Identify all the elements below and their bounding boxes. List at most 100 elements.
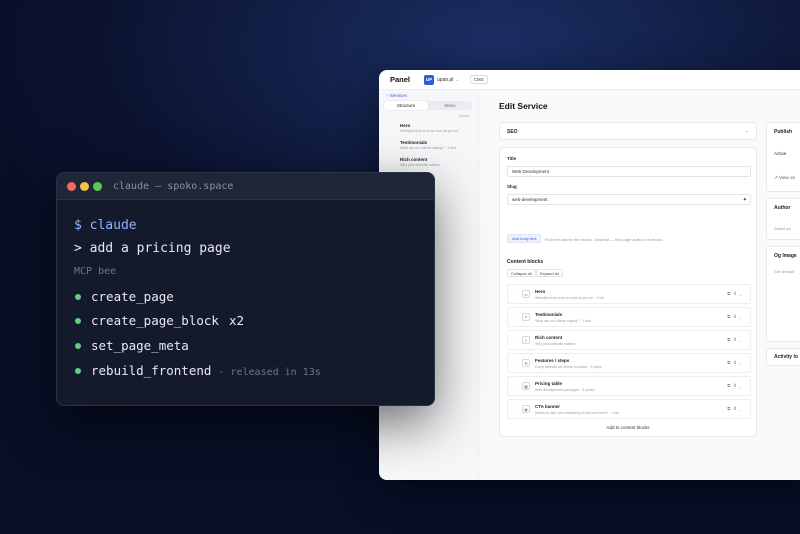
block-subtitle: Why your website matters xyxy=(535,342,576,346)
sidebar-item[interactable]: Testimonials What are our clients saying… xyxy=(400,140,470,150)
main-content: Edit Service SEO ⌄ Title Web Development… xyxy=(479,90,800,480)
chevron-down-icon: ⌄ xyxy=(744,128,749,134)
cms-pill[interactable]: CMS xyxy=(469,75,488,84)
service-form-card: Title Web Development Slug web-developme… xyxy=(499,147,757,437)
block-actions[interactable]: ⧉▯⌄ xyxy=(727,291,745,296)
slug-value: web-development xyxy=(512,197,548,202)
admin-panel-window: Panel UP upan.pl ⌄ CMS ‹ Services Struct… xyxy=(379,70,800,480)
collapse-all-button[interactable]: Collapse all xyxy=(507,269,536,277)
tab-structure[interactable]: Structure xyxy=(384,101,428,110)
expand-all-button[interactable]: Expand all xyxy=(536,269,563,277)
slug-input[interactable]: web-development ✦ xyxy=(507,194,751,205)
author-title: Author xyxy=(774,205,791,211)
content-block-row[interactable]: ⋮ ☰ Features / steps Every website we de… xyxy=(507,353,751,373)
tool-name: create_page xyxy=(91,289,174,304)
block-actions[interactable]: ⧉▯⌄ xyxy=(727,383,745,388)
tool-call-line: create_page_block x2 xyxy=(75,313,244,328)
tool-name: set_page_meta xyxy=(91,338,189,353)
quote-icon: ❝ xyxy=(522,313,530,321)
table-icon: ▦ xyxy=(522,382,530,390)
tool-call-line: create_page xyxy=(75,289,174,304)
content-blocks-title: Content blocks xyxy=(507,259,544,265)
seo-section[interactable]: SEO ⌄ xyxy=(499,122,757,140)
content-block-row[interactable]: ⋮ ▦ Pricing table Web development packag… xyxy=(507,376,751,396)
list-icon: ☰ xyxy=(522,359,530,367)
activity-log-title: Activity lo xyxy=(774,354,798,360)
block-subtitle: Every website we deliver includes · 6 st… xyxy=(535,365,602,369)
status-value[interactable]: Active xyxy=(774,151,786,156)
publish-card: Publish Active ↗ View on xyxy=(766,122,800,192)
content-block-row[interactable]: ⋮ ≡ Rich content Why your website matter… xyxy=(507,330,751,350)
block-actions[interactable]: ⧉▯⌄ xyxy=(727,360,745,365)
drag-handle-icon[interactable]: ⋮ xyxy=(512,337,517,343)
status-dot-icon xyxy=(75,367,81,374)
sidebar-item[interactable]: Hero Websites that work as hard as you d… xyxy=(400,123,470,133)
back-to-services-link[interactable]: ‹ Services xyxy=(387,93,407,98)
sparkle-icon[interactable]: ✦ xyxy=(743,197,747,203)
block-title: CTA banner xyxy=(535,404,561,409)
sidebar-item-subtitle: Why your website matters xyxy=(400,163,441,167)
body-text-hint: Rich text above the blocks. Optional — t… xyxy=(545,237,664,242)
title-input[interactable]: Web Development xyxy=(507,166,751,177)
block-subtitle: Web development packages · 3 prices xyxy=(535,388,595,392)
status-dot-icon xyxy=(75,293,81,300)
tool-name: create_page_block xyxy=(91,313,219,328)
drag-handle-icon[interactable]: ⋮ xyxy=(512,383,517,389)
content-block-row[interactable]: ⋮ ◉ CTA banner Ready to take your market… xyxy=(507,399,751,419)
block-title: Pricing table xyxy=(535,381,563,386)
page-title: Edit Service xyxy=(499,101,548,111)
add-body-text-button[interactable]: Add body text xyxy=(507,234,542,243)
sidebar-item-subtitle: What are our clients saying? · 1 text xyxy=(400,146,456,150)
close-window-button[interactable] xyxy=(67,182,76,191)
drag-handle-icon[interactable]: ⋮ xyxy=(512,291,517,297)
author-select[interactable]: Select an xyxy=(774,226,791,231)
sidebar-tabs: Structure Menu xyxy=(384,101,472,110)
content-block-row[interactable]: ⋮ ▭ Hero Websites that work as hard as y… xyxy=(507,284,751,304)
sidebar-count: 6 items xyxy=(458,114,470,118)
publish-title: Publish xyxy=(774,129,793,135)
activity-log-card[interactable]: Activity lo xyxy=(766,348,800,366)
terminal-mcp-line: MCP bee xyxy=(74,266,117,277)
chevron-down-icon[interactable]: ⌄ xyxy=(455,77,459,83)
view-on-site-link[interactable]: ↗ View on xyxy=(774,175,795,181)
tool-call-line: set_page_meta xyxy=(75,338,189,353)
block-subtitle: Websites that work as hard as you do · 1… xyxy=(535,296,604,300)
block-title: Features / steps xyxy=(535,358,570,363)
content-block-row[interactable]: ⋮ ❝ Testimonials What are our clients sa… xyxy=(507,307,751,327)
drag-handle-icon[interactable]: ⋮ xyxy=(512,360,517,366)
site-switcher[interactable]: upan.pl xyxy=(437,77,453,83)
terminal-titlebar: claude — spoko.space xyxy=(57,173,434,200)
maximize-window-button[interactable] xyxy=(93,182,102,191)
status-dot-icon xyxy=(75,342,81,349)
title-label: Title xyxy=(507,156,517,161)
block-title: Hero xyxy=(535,289,546,294)
sidebar-item[interactable]: Rich content Why your website matters xyxy=(400,157,470,167)
terminal-window: claude — spoko.space $ claude > add a pr… xyxy=(56,172,435,406)
sidebar-item-subtitle: Websites that work as hard as you do xyxy=(400,129,459,133)
block-title: Testimonials xyxy=(535,312,563,317)
seo-label: SEO xyxy=(507,128,518,135)
view-link-label: View on xyxy=(779,175,795,180)
drag-handle-icon[interactable]: ⋮ xyxy=(512,314,517,320)
drag-handle-icon[interactable]: ⋮ xyxy=(512,406,517,412)
block-actions[interactable]: ⧉▯⌄ xyxy=(727,406,745,411)
sidebar-item-title: Testimonials xyxy=(400,140,428,145)
minimize-window-button[interactable] xyxy=(80,182,89,191)
og-image-card: Og Image Site default xyxy=(766,246,800,342)
tab-menu[interactable]: Menu xyxy=(428,101,472,110)
block-actions[interactable]: ⧉▯⌄ xyxy=(727,314,745,319)
status-dot-icon xyxy=(75,317,81,324)
block-actions[interactable]: ⧉▯⌄ xyxy=(727,337,745,342)
block-title: Rich content xyxy=(535,335,563,340)
sidebar-item-title: Rich content xyxy=(400,157,428,162)
text-icon: ≡ xyxy=(522,336,530,344)
slug-label: Slug xyxy=(507,184,517,189)
sidebar-item-title: Hero xyxy=(400,123,411,128)
tool-multiplier: x2 xyxy=(228,313,244,328)
tool-note: · released in 13s xyxy=(218,367,321,378)
add-to-content-blocks-button[interactable]: Add to content blocks xyxy=(500,425,756,430)
block-subtitle: Ready to take your marketing to the next… xyxy=(535,411,619,415)
og-image-hint: Site default xyxy=(774,269,795,274)
og-image-title: Og Image xyxy=(774,253,797,259)
terminal-command-line: > add a pricing page xyxy=(74,241,231,256)
